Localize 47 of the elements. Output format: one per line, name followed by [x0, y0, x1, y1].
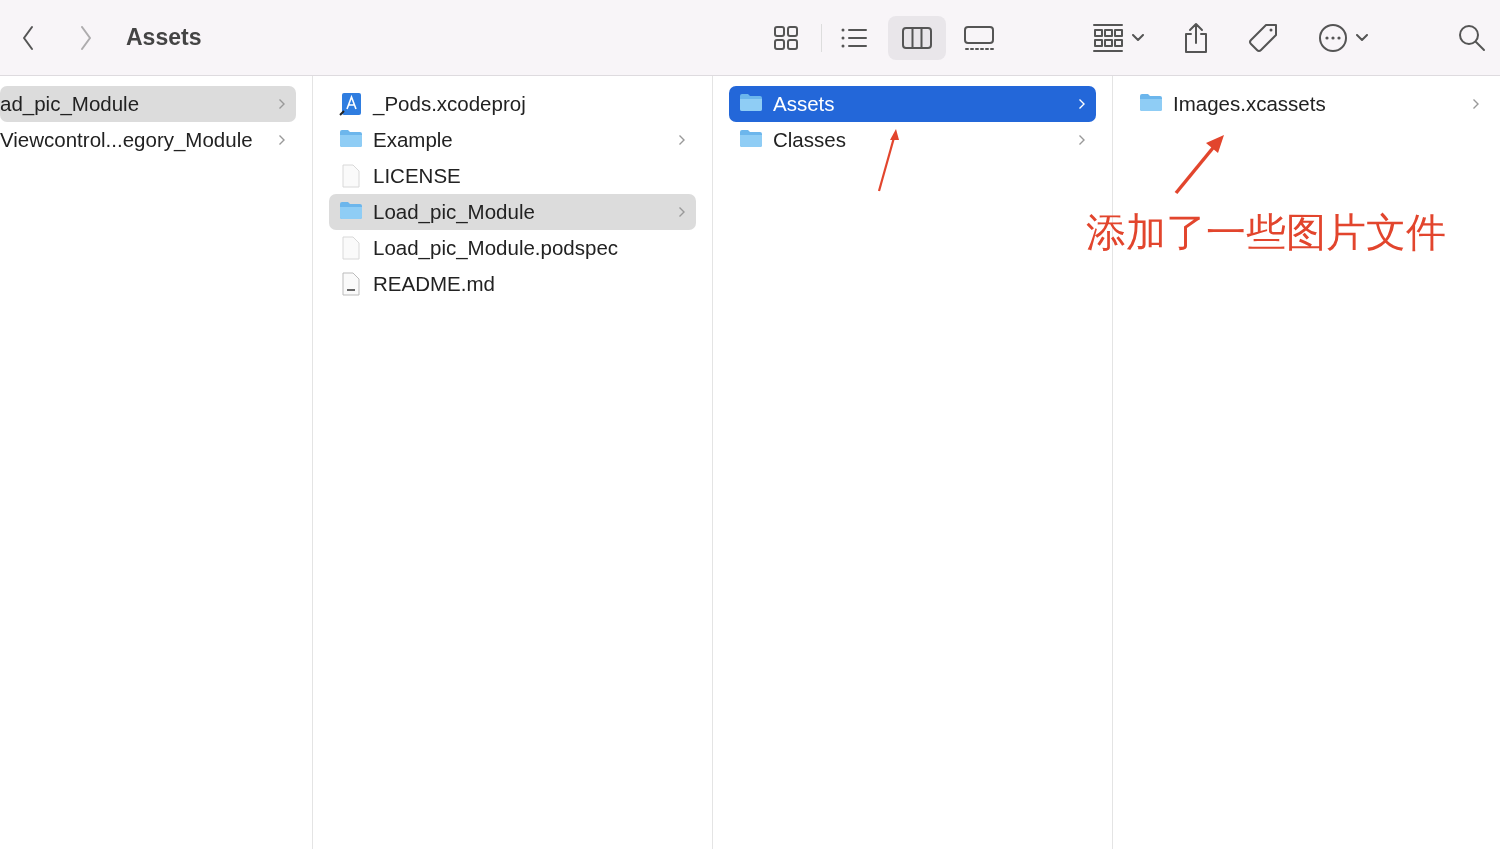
file-row[interactable]: README.md	[329, 266, 696, 302]
file-name: Images.xcassets	[1173, 92, 1327, 116]
chevron-right-icon	[79, 24, 93, 51]
chevron-right-icon	[1472, 98, 1480, 110]
file-name: Classes	[773, 128, 847, 152]
caret-icon	[1132, 33, 1144, 42]
document-icon	[339, 236, 363, 260]
chevron-right-icon	[1078, 134, 1086, 146]
file-name: Load_pic_Module	[373, 200, 536, 224]
file-name: Viewcontrol...egory_Module	[0, 128, 254, 152]
chevron-right-icon	[278, 98, 286, 110]
chevron-right-icon	[278, 134, 286, 146]
file-row[interactable]: Images.xcassets	[1129, 86, 1490, 122]
view-mode-button[interactable]	[888, 15, 946, 60]
caret-icon	[1356, 33, 1368, 42]
file-name: _Pods.xcodeproj	[373, 92, 527, 116]
file-name: Load_pic_Module.podspec	[373, 236, 620, 260]
file-name: Example	[373, 128, 454, 152]
tag-icon	[1248, 21, 1280, 54]
file-row[interactable]: LICENSE	[329, 158, 696, 194]
search-icon	[1458, 23, 1486, 52]
file-name: README.md	[373, 272, 496, 296]
annotation-text: 添加了一些图片文件	[1086, 208, 1446, 257]
file-row[interactable]: Viewcontrol...egory_Module	[0, 122, 296, 158]
chevron-right-icon	[678, 134, 686, 146]
file-name: ad_pic_Module	[0, 92, 141, 116]
gallery-view-icon	[963, 23, 995, 52]
window-title: Assets	[126, 24, 202, 51]
ellipsis-icon	[1318, 22, 1348, 53]
file-row[interactable]: _Pods.xcodeproj	[329, 86, 696, 122]
chevron-right-icon	[1078, 98, 1086, 110]
document-icon	[339, 164, 363, 188]
file-row[interactable]: Load_pic_Module.podspec	[329, 230, 696, 266]
annotation-arrow	[1173, 134, 1227, 196]
file-name: LICENSE	[373, 164, 462, 188]
annotation-arrow	[876, 128, 900, 194]
file-row[interactable]: ad_pic_Module	[0, 86, 296, 122]
file-name: Assets	[773, 92, 836, 116]
grid-icon	[1092, 22, 1124, 53]
file-row[interactable]: Example	[329, 122, 696, 158]
file-row[interactable]: Load_pic_Module	[329, 194, 696, 230]
markdown-file-icon	[339, 272, 363, 296]
chevron-left-icon	[21, 24, 35, 51]
share-icon	[1182, 21, 1210, 54]
file-row[interactable]: Assets	[729, 86, 1096, 122]
project-file-icon	[339, 92, 363, 116]
chevron-right-icon	[678, 206, 686, 218]
